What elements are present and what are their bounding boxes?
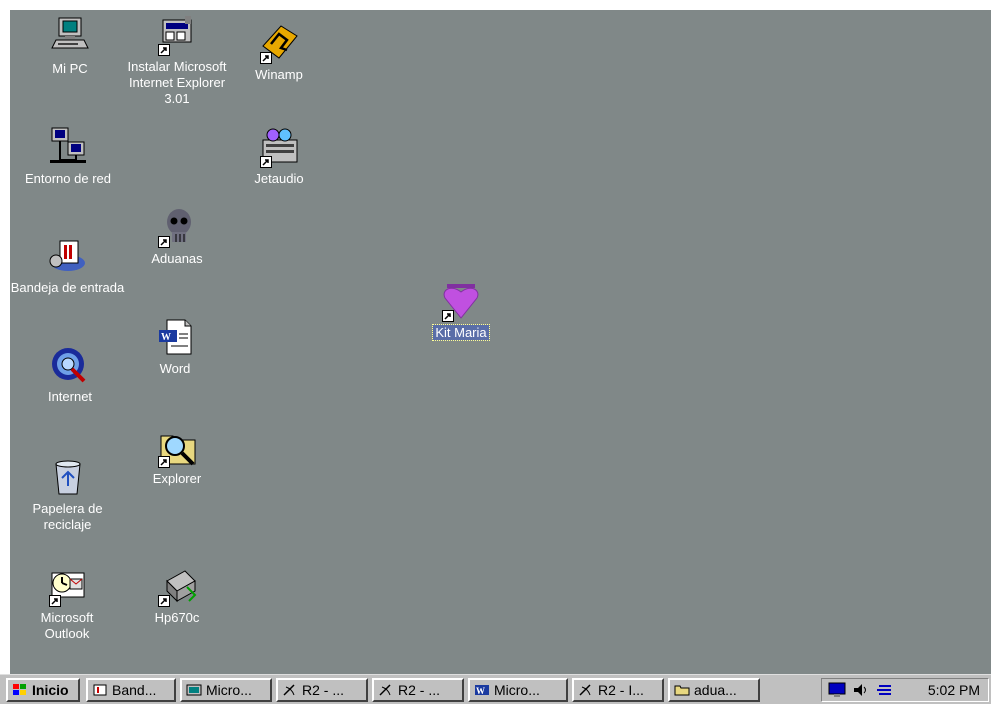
taskbar-button-aduanas[interactable]: adua...	[668, 678, 760, 702]
desktop-icon-label: Internet	[47, 389, 93, 404]
jetaudio-icon	[257, 126, 301, 168]
desktop-icon-kit-maria[interactable]: Kit Maria	[406, 280, 516, 341]
tray-monitor-icon[interactable]	[828, 682, 846, 698]
shortcut-arrow-icon	[260, 156, 272, 168]
taskbar-button-r2-3[interactable]: R2 - I...	[572, 678, 664, 702]
desktop-icon-label: Entorno de red	[24, 171, 111, 186]
desktop-icon-label: Explorer	[152, 471, 202, 486]
shortcut-arrow-icon	[158, 236, 170, 248]
network-icon	[46, 126, 90, 168]
desktop-icon-label: Word	[159, 361, 191, 376]
taskbar-button-micro-word[interactable]: W Micro...	[468, 678, 568, 702]
taskbar-button-label: adua...	[694, 682, 737, 698]
svg-text:W: W	[161, 332, 171, 343]
setup-icon	[155, 14, 199, 56]
desktop-icon-label: Winamp	[255, 67, 303, 82]
desktop-icon-instalar-ie[interactable]: Instalar Microsoft Internet Explorer 3.0…	[122, 14, 232, 107]
skull-icon	[155, 206, 199, 248]
desktop-icon-label: Kit Maria	[432, 324, 490, 341]
desktop-icon-label: Instalar Microsoft Internet Explorer 3.0…	[127, 59, 227, 106]
inbox-icon	[46, 235, 90, 277]
explorer-magnifier-icon	[155, 426, 199, 468]
shortcut-arrow-icon	[260, 52, 272, 64]
shortcut-arrow-icon	[48, 595, 61, 607]
shortcut-arrow-icon	[158, 456, 170, 468]
taskbar-button-label: Micro...	[494, 682, 540, 698]
taskbar-button-bandeja[interactable]: Band...	[86, 678, 176, 702]
desktop-icon-label: Bandeja de entrada	[10, 280, 125, 295]
taskbar-button-label: Band...	[112, 682, 157, 698]
recycle-bin-icon	[46, 456, 90, 498]
taskbar: Inicio Band... Micro... R2 - ... R2 - ..…	[0, 674, 991, 704]
desktop-icon-label: Hp670c	[154, 610, 200, 625]
shortcut-arrow-icon	[158, 44, 170, 56]
volume-icon[interactable]	[852, 682, 870, 698]
heart-icon	[439, 280, 483, 322]
satellite-dish-icon	[378, 683, 394, 697]
desktop-icon-papelera-de-reciclaje[interactable]: Papelera de reciclaje	[10, 456, 125, 533]
desktop-icon-aduanas[interactable]: Aduanas	[122, 206, 232, 267]
shortcut-arrow-icon	[442, 310, 454, 322]
taskbar-button-r2-2[interactable]: R2 - ...	[372, 678, 464, 702]
start-button[interactable]: Inicio	[6, 678, 80, 702]
desktop-icon-bandeja-de-entrada[interactable]: Bandeja de entrada	[10, 235, 125, 296]
printer-icon	[155, 565, 199, 607]
computer-icon	[48, 16, 92, 58]
desktop-icon-word[interactable]: W Word	[120, 316, 230, 377]
desktop-icon-label: Jetaudio	[254, 171, 304, 186]
desktop-icon-entorno-de-red[interactable]: Entorno de red	[8, 126, 128, 187]
desktop-icon-label-wrap: Kit Maria	[406, 324, 516, 341]
taskbar-button-label: R2 - I...	[598, 682, 644, 698]
taskbar-button-label: Micro...	[206, 682, 252, 698]
taskbar-button-label: R2 - ...	[302, 682, 345, 698]
windows-logo-icon	[12, 683, 28, 697]
shortcut-arrow-icon	[158, 595, 170, 607]
desktop-icon-label: Microsoft Outlook	[40, 610, 94, 641]
tray-network-icon[interactable]	[876, 682, 894, 698]
desktop-icon-label: Mi PC	[52, 61, 88, 76]
word-icon: W	[474, 683, 490, 697]
desktop-icon-mi-pc[interactable]: Mi PC	[10, 16, 130, 77]
window-icon	[186, 683, 202, 697]
system-tray: 5:02 PM	[821, 678, 989, 702]
svg-text:W: W	[476, 686, 485, 696]
desktop-icon-label: Aduanas	[151, 251, 203, 266]
taskbar-button-r2-1[interactable]: R2 - ...	[276, 678, 368, 702]
word-document-icon: W	[153, 316, 197, 358]
desktop-icon-microsoft-outlook[interactable]: Microsoft Outlook	[10, 565, 125, 642]
desktop-icon-hp670c[interactable]: Hp670c	[122, 565, 232, 626]
clock[interactable]: 5:02 PM	[928, 682, 980, 698]
taskbar-button-micro-1[interactable]: Micro...	[180, 678, 272, 702]
desktop-icon-explorer[interactable]: Explorer	[122, 426, 232, 487]
outlook-icon	[46, 565, 90, 607]
desktop-icon-label: Papelera de reciclaje	[32, 501, 103, 532]
inbox-icon	[92, 683, 108, 697]
taskbar-button-label: R2 - ...	[398, 682, 441, 698]
desktop-icon-jetaudio[interactable]: Jetaudio	[224, 126, 334, 187]
winamp-icon	[257, 22, 301, 64]
satellite-dish-icon	[578, 683, 594, 697]
start-label: Inicio	[32, 682, 69, 698]
desktop-icon-internet[interactable]: Internet	[10, 344, 130, 405]
desktop-icon-winamp[interactable]: Winamp	[224, 22, 334, 83]
globe-icon	[48, 344, 92, 386]
desktop[interactable]: Mi PC Entorno de red Bandeja de entrada …	[10, 10, 991, 674]
satellite-dish-icon	[282, 683, 298, 697]
folder-icon	[674, 683, 690, 697]
